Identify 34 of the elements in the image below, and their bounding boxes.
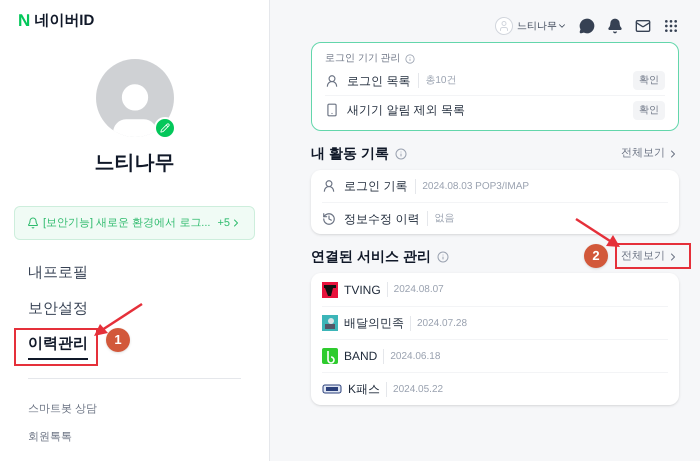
row-label: 로그인 기록 <box>344 178 408 195</box>
service-date: 2024.08.07 <box>386 282 444 297</box>
footer-link[interactable]: 스마트봇 상담 <box>28 400 255 417</box>
brand-mark: N <box>18 12 30 29</box>
brand-name: 네이버ID <box>34 13 94 28</box>
row-detail: 없음 <box>427 211 454 226</box>
profile-name: 느티나무 <box>94 151 176 176</box>
view-all-link[interactable]: 전체보기 <box>621 145 679 162</box>
nav-item[interactable]: 이력관리 <box>28 333 88 360</box>
service-name: BAND <box>344 348 378 365</box>
user-menu[interactable]: 느티나무 <box>517 18 567 34</box>
section-title: 연결된 서비스 관리 <box>311 247 431 266</box>
view-all-link[interactable]: 전체보기 <box>621 248 679 265</box>
section-title: 내 활동 기록 <box>311 144 389 163</box>
service-name: 배달의민족 <box>344 315 404 332</box>
service-date: 2024.05.22 <box>386 382 444 396</box>
service-name: K패스 <box>348 381 380 398</box>
confirm-button[interactable]: 확인 <box>633 71 665 90</box>
row-detail: 2024.08.03 POP3/IMAP <box>415 178 530 194</box>
nav-item[interactable]: 보안설정 <box>28 298 88 320</box>
confirm-button[interactable]: 확인 <box>633 100 665 120</box>
row-detail: 총10건 <box>418 73 456 88</box>
row-label: 새기기 알림 제외 목록 <box>347 102 466 119</box>
service-date: 2024.06.18 <box>383 348 440 364</box>
row-label: 로그인 목록 <box>347 72 410 90</box>
row-label: 정보수정 이력 <box>344 210 420 228</box>
service-date: 2024.07.28 <box>410 316 468 330</box>
service-name: TVING <box>344 282 381 298</box>
card-title: 로그인 기기 관리 <box>325 52 401 66</box>
notice-count: +5 <box>217 216 230 231</box>
footer-link[interactable]: 회원톡톡 <box>28 429 255 446</box>
step-badge: 2 <box>584 244 608 268</box>
notice-text: [보안기능] 새로운 환경에서 로그... <box>43 216 210 231</box>
nav-item[interactable]: 내프로필 <box>28 262 88 284</box>
